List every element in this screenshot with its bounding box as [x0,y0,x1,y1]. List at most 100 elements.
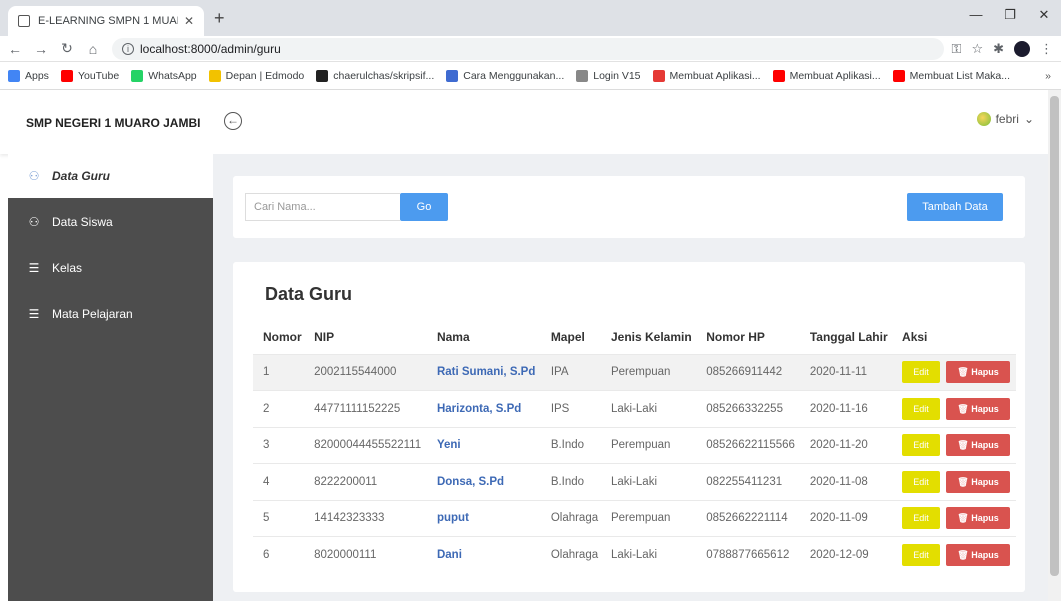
extensions-area: ⚿ ☆ ✱ ⋮ [952,40,1053,57]
app-header: SMP NEGERI 1 MUARO JAMBI ← febri ⌄ [0,90,1048,154]
cell-nama[interactable]: Dani [426,536,541,573]
sidebar: ⚇ Data Guru ⚇ Data Siswa ☰ Kelas ☰ Mata Pelajar… [8,154,213,601]
edit-button[interactable]: Edit [902,434,941,457]
user-menu[interactable]: febri ⌄ [976,112,1034,126]
restore-icon[interactable]: ❐ [993,0,1027,30]
cell-nama[interactable]: Rati Sumani, S.Pd [426,353,541,391]
trash-icon: 🗑 [957,476,972,487]
site-info-icon[interactable]: i [122,42,134,55]
bookmark-label: Login V15 [593,69,641,82]
home-icon[interactable]: ⌂ [82,41,104,57]
cell-nip: 2002115544000 [304,353,427,391]
cell-no: 6 [253,536,305,573]
new-tab-icon[interactable]: + [214,8,225,29]
cell-jk: Perempuan [600,353,697,391]
cell-nama[interactable]: puput [426,499,541,537]
delete-button[interactable]: 🗑 Hapus [946,470,1011,493]
delete-button[interactable]: 🗑 Hapus [946,397,1011,420]
window-close-icon[interactable]: ✕ [1027,0,1061,30]
key-icon[interactable]: ⚿ [952,41,962,57]
cell-no: 2 [253,390,305,427]
bookmark-item[interactable]: WhatsApp [131,69,197,82]
bookmark-icon [652,69,665,82]
cell-tgl: 2020-11-20 [799,426,893,464]
bookmark-item[interactable]: chaerulchas/skripsif... [316,69,435,82]
collapse-back-icon[interactable]: ← [224,112,242,130]
back-arrow-icon[interactable]: ← [4,41,26,57]
search-input[interactable] [245,193,400,221]
cell-nama[interactable]: Harizonta, S.Pd [426,390,541,427]
cell-no: 5 [253,499,305,537]
go-button[interactable]: Go [400,193,448,221]
table-row: 1 2002115544000 Rati Sumani, S.Pd IPA Peremp… [253,353,1016,391]
delete-button[interactable]: 🗑 Hapus [946,361,1011,384]
cell-mapel: B.Indo [540,463,601,500]
cell-hp: 082255411231 [696,463,800,500]
user-avatar [976,112,991,126]
cell-tgl: 2020-11-16 [799,390,893,427]
edit-button[interactable]: Edit [902,361,941,384]
column-header: Aksi [902,329,928,344]
delete-label: Hapus [971,403,999,414]
sidebar-item[interactable]: ⚇ Data Siswa [8,200,213,244]
bookmark-item[interactable]: Login V15 [576,69,641,82]
user-name: febri [995,112,1019,126]
delete-button[interactable]: 🗑 Hapus [946,544,1011,566]
bookmark-item[interactable]: Depan | Edmodo [208,69,304,82]
delete-button[interactable]: 🗑 Hapus [946,507,1011,530]
bookmark-label: WhatsApp [148,69,197,82]
star-icon[interactable]: ☆ [971,41,983,57]
reload-icon[interactable]: ↻ [56,40,78,57]
edit-button[interactable]: Edit [902,544,941,566]
browser-tab[interactable]: E-LEARNING SMPN 1 MUARO JA ✕ [8,6,204,36]
page-scrollbar[interactable] [1048,90,1061,601]
scrollbar-thumb[interactable] [1050,96,1059,576]
cell-jk: Laki-Laki [600,463,697,500]
puzzle-icon[interactable]: ✱ [993,41,1004,57]
menu-dots-icon[interactable]: ⋮ [1040,41,1053,57]
cell-nama[interactable]: Donsa, S.Pd [426,463,541,500]
bookmark-label: Membuat Aplikasi... [789,69,881,82]
edit-button[interactable]: Edit [902,470,941,493]
column-header: Nomor HP [706,329,765,344]
cell-hp: 085266332255 [696,390,800,427]
forward-arrow-icon[interactable]: → [30,41,52,57]
cell-hp: 085266911442 [696,353,800,391]
url-field[interactable]: i localhost:8000/admin/guru [112,37,944,60]
profile-avatar[interactable] [1014,40,1030,57]
column-header: Mapel [550,329,585,344]
tab-close-icon[interactable]: ✕ [184,14,194,28]
cell-actions: Edit 🗑 Hapus [892,536,1016,573]
bookmark-item[interactable]: Membuat Aplikasi... [652,69,761,82]
edit-button[interactable]: Edit [902,507,941,530]
url-text: localhost:8000/admin/guru [140,41,281,56]
bookmark-item[interactable]: Apps [8,69,49,82]
table-row: 5 14142323333 puput Olahraga Perempuan 085266… [253,499,1016,537]
sidebar-item[interactable]: ⚇ Data Guru [8,154,213,198]
sidebar-item[interactable]: ☰ Mata Pelajaran [8,292,213,336]
add-data-button[interactable]: Tambah Data [907,193,1003,221]
cell-mapel: B.Indo [540,426,601,464]
column-header: Jenis Kelamin [610,329,692,344]
sidebar-item-label: Data Siswa [52,215,113,229]
cell-actions: Edit 🗑 Hapus [892,353,1016,391]
cell-actions: Edit 🗑 Hapus [892,499,1016,537]
minimize-icon[interactable]: — [959,0,993,30]
bookmark-item[interactable]: Cara Menggunakan... [446,69,564,82]
bookmark-item[interactable]: Membuat Aplikasi... [772,69,881,82]
cell-hp: 08526622115566 [696,426,800,464]
cell-tgl: 2020-11-11 [799,353,893,391]
bookmark-label: Membuat List Maka... [909,69,1010,82]
page-favicon-icon [18,15,30,27]
cell-nip: 14142323333 [304,499,427,537]
bookmarks-more-icon[interactable]: » [1045,70,1051,82]
cell-nama[interactable]: Yeni [426,426,541,464]
bookmarks-bar: Apps YouTube WhatsApp Depan | Edmodo chaerul… [0,62,1061,90]
bookmark-label: chaerulchas/skripsif... [333,69,435,82]
bookmark-item[interactable]: Membuat List Maka... [892,69,1010,82]
delete-label: Hapus [971,513,999,524]
delete-button[interactable]: 🗑 Hapus [946,434,1011,457]
sidebar-item[interactable]: ☰ Kelas [8,246,213,290]
edit-button[interactable]: Edit [902,397,941,420]
bookmark-item[interactable]: YouTube [60,69,119,82]
